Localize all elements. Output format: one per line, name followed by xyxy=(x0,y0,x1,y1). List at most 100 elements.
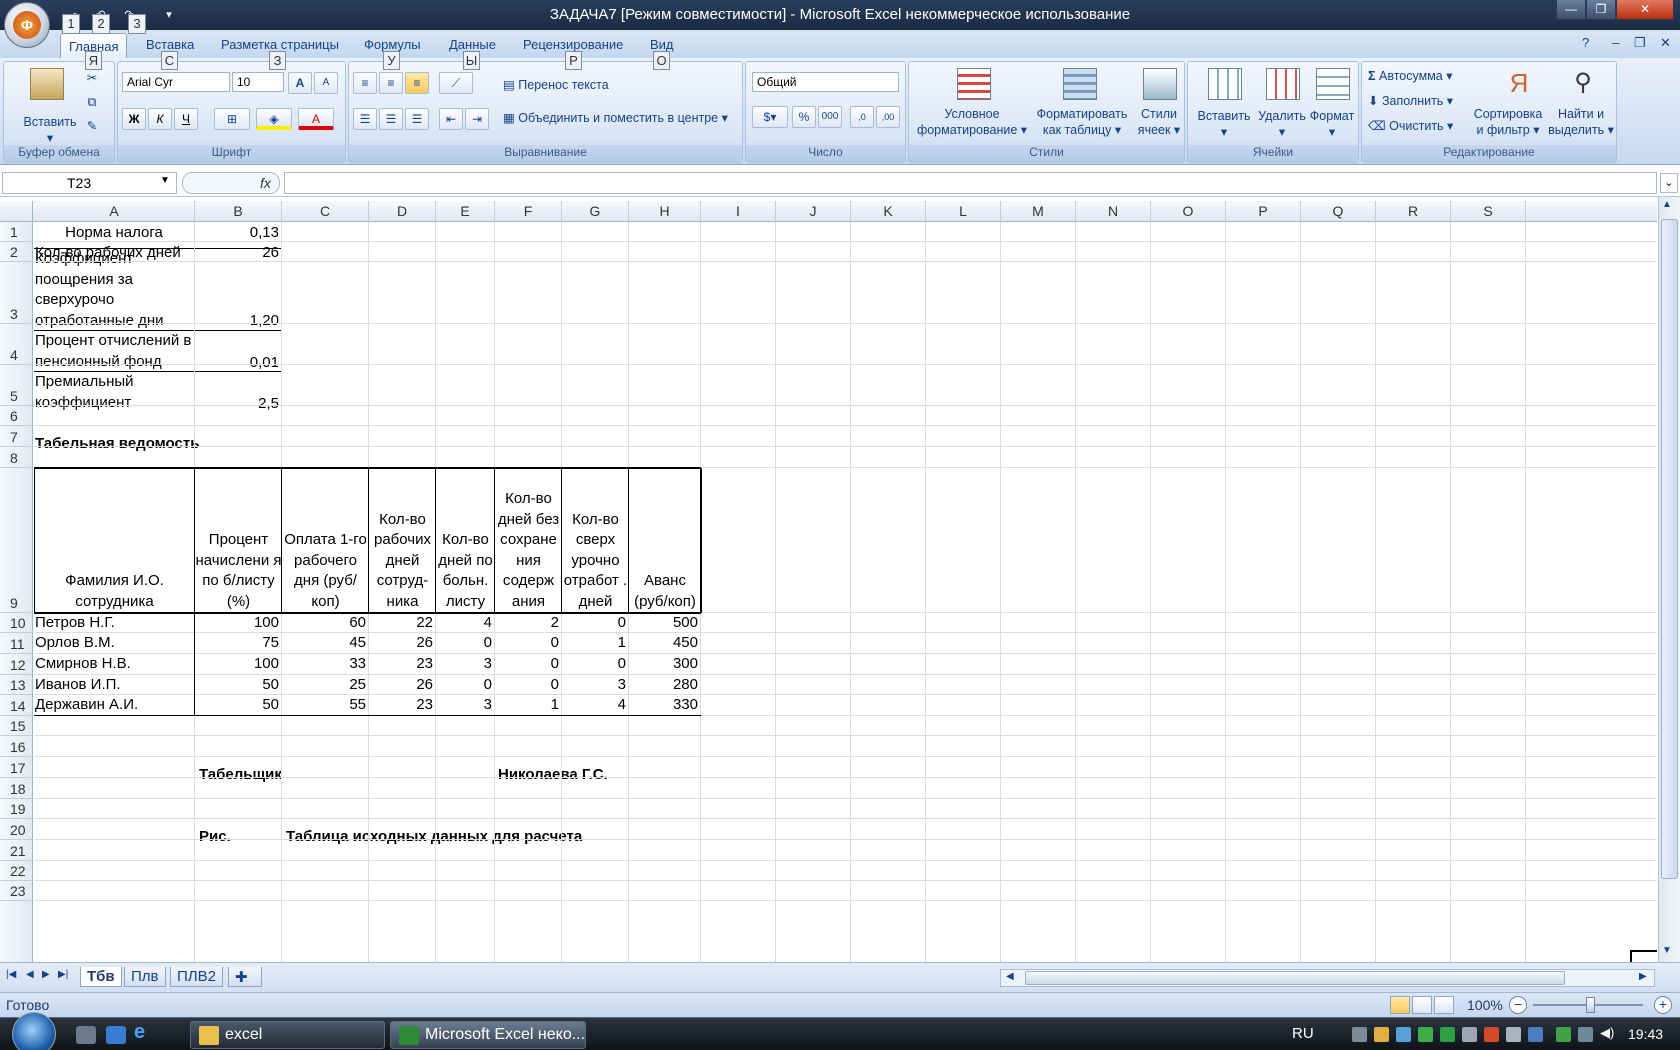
table-cell[interactable]: 26 xyxy=(369,632,436,654)
switch-windows-icon[interactable] xyxy=(106,1026,126,1044)
section-title[interactable]: Табельная ведомость xyxy=(35,433,199,455)
clear-button[interactable]: ⌫ Очистить ▾ xyxy=(1368,118,1453,134)
employee-name-cell[interactable]: Петров Н.Г. xyxy=(35,612,196,634)
copy-icon[interactable]: ⧉ xyxy=(84,94,100,110)
next-sheet-icon[interactable]: ▶ xyxy=(42,969,50,980)
delete-cells-icon[interactable] xyxy=(1266,68,1300,100)
table-cell[interactable]: 1 xyxy=(562,632,629,654)
table-cell[interactable]: 4 xyxy=(562,694,629,716)
column-header-f[interactable]: F xyxy=(495,201,562,222)
taskbar-excel-window[interactable]: Microsoft Excel неко... xyxy=(390,1021,586,1049)
close-button[interactable]: ✕ xyxy=(1616,0,1674,20)
language-indicator[interactable]: RU xyxy=(1292,1025,1314,1042)
fill-button[interactable]: ⬇ Заполнить ▾ xyxy=(1368,93,1453,109)
table-cell[interactable]: 3 xyxy=(436,653,495,675)
table-header-6[interactable]: Кол-во дней без сохране ния содерж ания xyxy=(495,468,562,613)
tab-formulas[interactable]: Формулы xyxy=(364,37,421,52)
format-cells-button[interactable]: Формат ▾ xyxy=(1302,108,1362,140)
tray-monitor-icon[interactable] xyxy=(1418,1027,1433,1042)
tab-page-layout[interactable]: Разметка страницы xyxy=(221,37,339,52)
row-header-20[interactable]: 20 xyxy=(0,819,32,840)
name-box-dropdown-icon[interactable]: ▼ xyxy=(160,175,170,186)
zoom-slider-thumb[interactable] xyxy=(1586,997,1595,1013)
row-header-21[interactable]: 21 xyxy=(0,840,32,861)
shrink-font-button[interactable]: A xyxy=(314,72,338,94)
table-cell[interactable]: 50 xyxy=(195,694,282,716)
column-header-s[interactable]: S xyxy=(1451,201,1526,222)
row-header-2[interactable]: 2 xyxy=(0,242,32,262)
cell-styles-button[interactable]: Стили ячеек ▾ xyxy=(1133,106,1185,138)
formula-input[interactable] xyxy=(284,172,1657,194)
font-color-button[interactable]: A xyxy=(298,108,334,130)
format-cells-icon[interactable] xyxy=(1316,68,1350,100)
qat-customize-icon[interactable]: ▾ xyxy=(160,6,178,24)
cell-a5[interactable]: Премиальный коэффициент xyxy=(35,372,185,413)
column-header-n[interactable]: N xyxy=(1076,201,1151,222)
font-size-select[interactable]: 10 xyxy=(232,72,284,92)
number-format-select[interactable]: Общий xyxy=(752,72,899,92)
table-cell[interactable]: 0 xyxy=(562,612,629,634)
autosum-button[interactable]: Σ Автосумма ▾ xyxy=(1368,68,1453,84)
tab-view[interactable]: Вид xyxy=(650,37,674,52)
row-header-13[interactable]: 13 xyxy=(0,675,32,695)
help-icon[interactable]: ? xyxy=(1582,35,1589,50)
tray-drive-icon[interactable] xyxy=(1374,1027,1389,1042)
column-header-h[interactable]: H xyxy=(629,201,701,222)
tab-review[interactable]: Рецензирование xyxy=(523,37,623,52)
column-header-p[interactable]: P xyxy=(1226,201,1301,222)
table-cell[interactable]: 4 xyxy=(436,612,495,634)
table-cell[interactable]: 100 xyxy=(195,612,282,634)
row-header-11[interactable]: 11 xyxy=(0,633,32,654)
conditional-format-icon[interactable] xyxy=(957,68,991,100)
row-header-6[interactable]: 6 xyxy=(0,406,32,426)
tray-usb-icon[interactable] xyxy=(1462,1027,1477,1042)
show-desktop-icon[interactable] xyxy=(76,1026,96,1044)
table-cell[interactable]: 23 xyxy=(369,694,436,716)
paste-dropdown-icon[interactable]: ▾ xyxy=(42,130,58,146)
row-header-5[interactable]: 5 xyxy=(0,365,32,406)
horizontal-scroll-thumb[interactable] xyxy=(1025,971,1565,985)
table-cell[interactable]: 33 xyxy=(282,653,369,675)
underline-button[interactable]: Ч xyxy=(174,108,198,130)
row-header-16[interactable]: 16 xyxy=(0,736,32,757)
row-header-17[interactable]: 17 xyxy=(0,757,32,778)
internet-explorer-icon[interactable]: e xyxy=(134,1021,154,1043)
align-middle-icon[interactable]: ≡ xyxy=(379,72,403,94)
table-cell[interactable]: 3 xyxy=(436,694,495,716)
ribbon-minimize-icon[interactable]: – xyxy=(1612,35,1619,50)
cut-icon[interactable]: ✂ xyxy=(84,70,100,86)
table-cell[interactable]: 3 xyxy=(562,674,629,696)
table-cell[interactable]: 55 xyxy=(282,694,369,716)
align-center-icon[interactable]: ☰ xyxy=(379,108,403,130)
office-button[interactable]: Ф xyxy=(4,2,50,48)
row-header-9[interactable]: 9 xyxy=(0,468,32,613)
table-cell[interactable]: 100 xyxy=(195,653,282,675)
table-cell[interactable]: 0 xyxy=(436,674,495,696)
column-header-k[interactable]: K xyxy=(851,201,926,222)
page-break-view-icon[interactable] xyxy=(1434,996,1454,1014)
sort-filter-button[interactable]: Сортировка и фильтр ▾ xyxy=(1468,106,1548,138)
zoom-in-icon[interactable]: + xyxy=(1654,996,1672,1014)
employee-name-cell[interactable]: Иванов И.П. xyxy=(35,674,196,696)
signature-label[interactable]: Табельщик xyxy=(199,764,282,786)
increase-indent-icon[interactable]: ⇥ xyxy=(465,108,489,130)
employee-name-cell[interactable]: Державин А.И. xyxy=(35,694,196,716)
sheet-grid[interactable]: Норма налога 0,13 Кол-во рабочих дней 26… xyxy=(34,222,1657,962)
column-header-r[interactable]: R xyxy=(1376,201,1451,222)
table-cell[interactable]: 0 xyxy=(562,653,629,675)
column-header-i[interactable]: I xyxy=(701,201,776,222)
thousands-button[interactable]: 000 xyxy=(818,106,842,128)
table-cell[interactable]: 500 xyxy=(629,612,701,634)
format-painter-icon[interactable]: ✎ xyxy=(84,118,100,134)
font-name-select[interactable]: Arial Cyr xyxy=(122,72,230,92)
align-left-icon[interactable]: ☰ xyxy=(353,108,377,130)
sort-filter-icon[interactable]: Я xyxy=(1502,68,1536,100)
name-box[interactable]: T23 xyxy=(2,172,177,194)
wrap-text-button[interactable]: ▤ Перенос текста xyxy=(503,77,609,93)
cell-a4[interactable]: Процент отчислений в пенсионный фонд xyxy=(35,331,210,372)
table-cell[interactable]: 45 xyxy=(282,632,369,654)
table-cell[interactable]: 23 xyxy=(369,653,436,675)
normal-view-icon[interactable] xyxy=(1390,996,1410,1014)
horizontal-scrollbar[interactable]: ◀ ▶ xyxy=(1000,969,1655,987)
row-header-14[interactable]: 14 xyxy=(0,695,32,716)
